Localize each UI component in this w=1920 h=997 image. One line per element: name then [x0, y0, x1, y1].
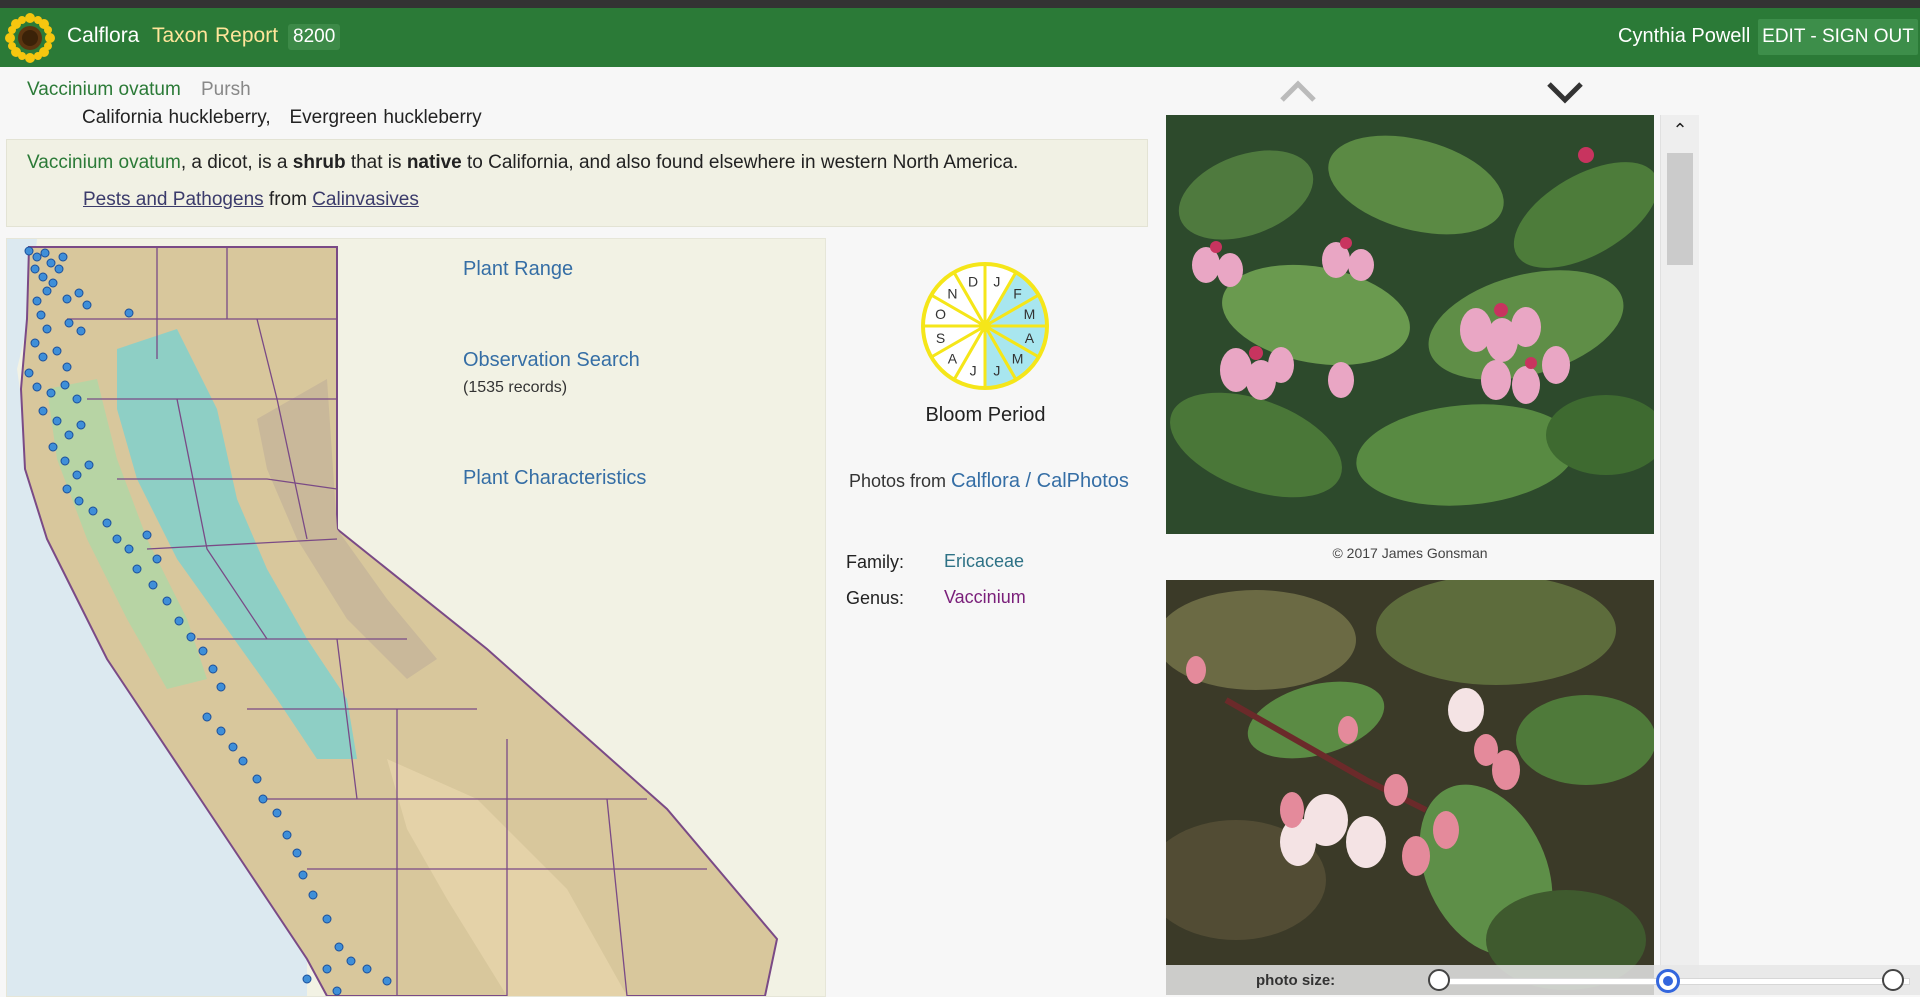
edit-sign-out-button[interactable]: EDIT - SIGN OUT: [1758, 19, 1918, 55]
chevron-down-icon[interactable]: [1545, 78, 1585, 104]
photos-from-line: Photos from Calflora / CalPhotos: [849, 470, 1129, 493]
bloom-month-label: M: [1012, 351, 1024, 367]
taxon-label: Taxon: [152, 24, 209, 47]
california-distribution-map[interactable]: [7, 239, 825, 996]
genus-link[interactable]: Vaccinium: [944, 587, 1026, 608]
photos-separator: /: [1019, 470, 1037, 492]
plant-characteristics-link[interactable]: Plant Characteristics: [463, 467, 646, 490]
photo-size-large-option[interactable]: [1882, 969, 1904, 991]
pests-line: Pests and Pathogens from Calinvasives: [83, 189, 419, 211]
bloom-month-label: D: [968, 274, 978, 290]
photo-size-small-option[interactable]: [1428, 969, 1450, 991]
description-text-2: that is: [345, 152, 407, 173]
description-shrub: shrub: [292, 152, 346, 173]
taxon-summary-box: Vaccinium ovatum, a dicot, is a shrub th…: [6, 139, 1148, 227]
family-link[interactable]: Ericaceae: [944, 551, 1024, 572]
taxon-number-badge: 8200: [288, 24, 341, 50]
description-sci-name: Vaccinium ovatum: [27, 152, 181, 173]
description-text-1: , a dicot, is a: [180, 152, 293, 173]
bloom-month-label: S: [936, 330, 945, 346]
bloom-period-wheel: JFMAMJJASOND: [921, 262, 1049, 390]
scientific-name: Vaccinium ovatum: [27, 79, 181, 100]
bloom-month-label: A: [1025, 330, 1035, 346]
header-bar: Calflora Taxon Report 8200 Cynthia Powel…: [0, 8, 1920, 67]
plant-photo-1[interactable]: [1166, 115, 1654, 534]
calflora-photos-link[interactable]: Calflora: [951, 470, 1020, 492]
observation-record-count: (1535 records): [463, 379, 568, 396]
report-label: Report: [215, 24, 279, 47]
bloom-month-label: J: [993, 274, 1000, 290]
scrollbar-thumb[interactable]: [1667, 153, 1693, 265]
plant-photo-2[interactable]: [1166, 580, 1654, 995]
bloom-month-label: J: [970, 362, 977, 378]
bloom-month-label: M: [1024, 306, 1036, 322]
chevron-up-icon[interactable]: [1278, 78, 1318, 104]
taxon-description: Vaccinium ovatum, a dicot, is a shrub th…: [27, 152, 1018, 174]
bloom-month-label: F: [1013, 285, 1022, 301]
user-name[interactable]: Cynthia Powell: [1618, 25, 1750, 48]
distribution-map-panel: Plant Range Observation Search (1535 rec…: [6, 238, 826, 997]
bloom-month-label: A: [948, 351, 958, 367]
top-strip: [0, 0, 1920, 8]
calphotos-link[interactable]: CalPhotos: [1037, 470, 1129, 492]
gallery-scrollbar[interactable]: ⌃: [1660, 115, 1699, 995]
photo-credit: © 2017 James Gonsman: [1332, 545, 1488, 561]
brand-link[interactable]: Calflora: [67, 24, 139, 48]
description-native: native: [406, 152, 462, 173]
plant-range-link[interactable]: Plant Range: [463, 258, 573, 281]
photo-size-control: photo size:: [1166, 965, 1920, 995]
photo-size-medium-option[interactable]: [1656, 969, 1680, 993]
common-names: California huckleberry, Evergreen huckle…: [82, 107, 482, 128]
photos-from-prefix: Photos from: [849, 471, 952, 491]
taxon-author: Pursh: [201, 79, 251, 100]
photo-size-label: photo size:: [1256, 972, 1336, 989]
sunflower-logo-icon[interactable]: [4, 12, 56, 64]
bloom-month-label: J: [993, 362, 1000, 378]
bloom-month-label: O: [935, 306, 946, 322]
pests-from: from: [263, 189, 313, 210]
description-text-3: to California, and also found elsewhere …: [461, 152, 1019, 173]
genus-label: Genus:: [846, 588, 905, 608]
bloom-month-label: N: [947, 285, 957, 301]
bloom-period-label: Bloom Period: [925, 404, 1046, 426]
scroll-up-icon[interactable]: ⌃: [1661, 115, 1699, 145]
family-label: Family:: [846, 552, 904, 572]
calinvasives-link[interactable]: Calinvasives: [312, 189, 419, 210]
pests-and-pathogens-link[interactable]: Pests and Pathogens: [83, 189, 264, 210]
observation-search-link[interactable]: Observation Search: [463, 349, 640, 372]
bloom-wheel-hub: [979, 320, 991, 332]
